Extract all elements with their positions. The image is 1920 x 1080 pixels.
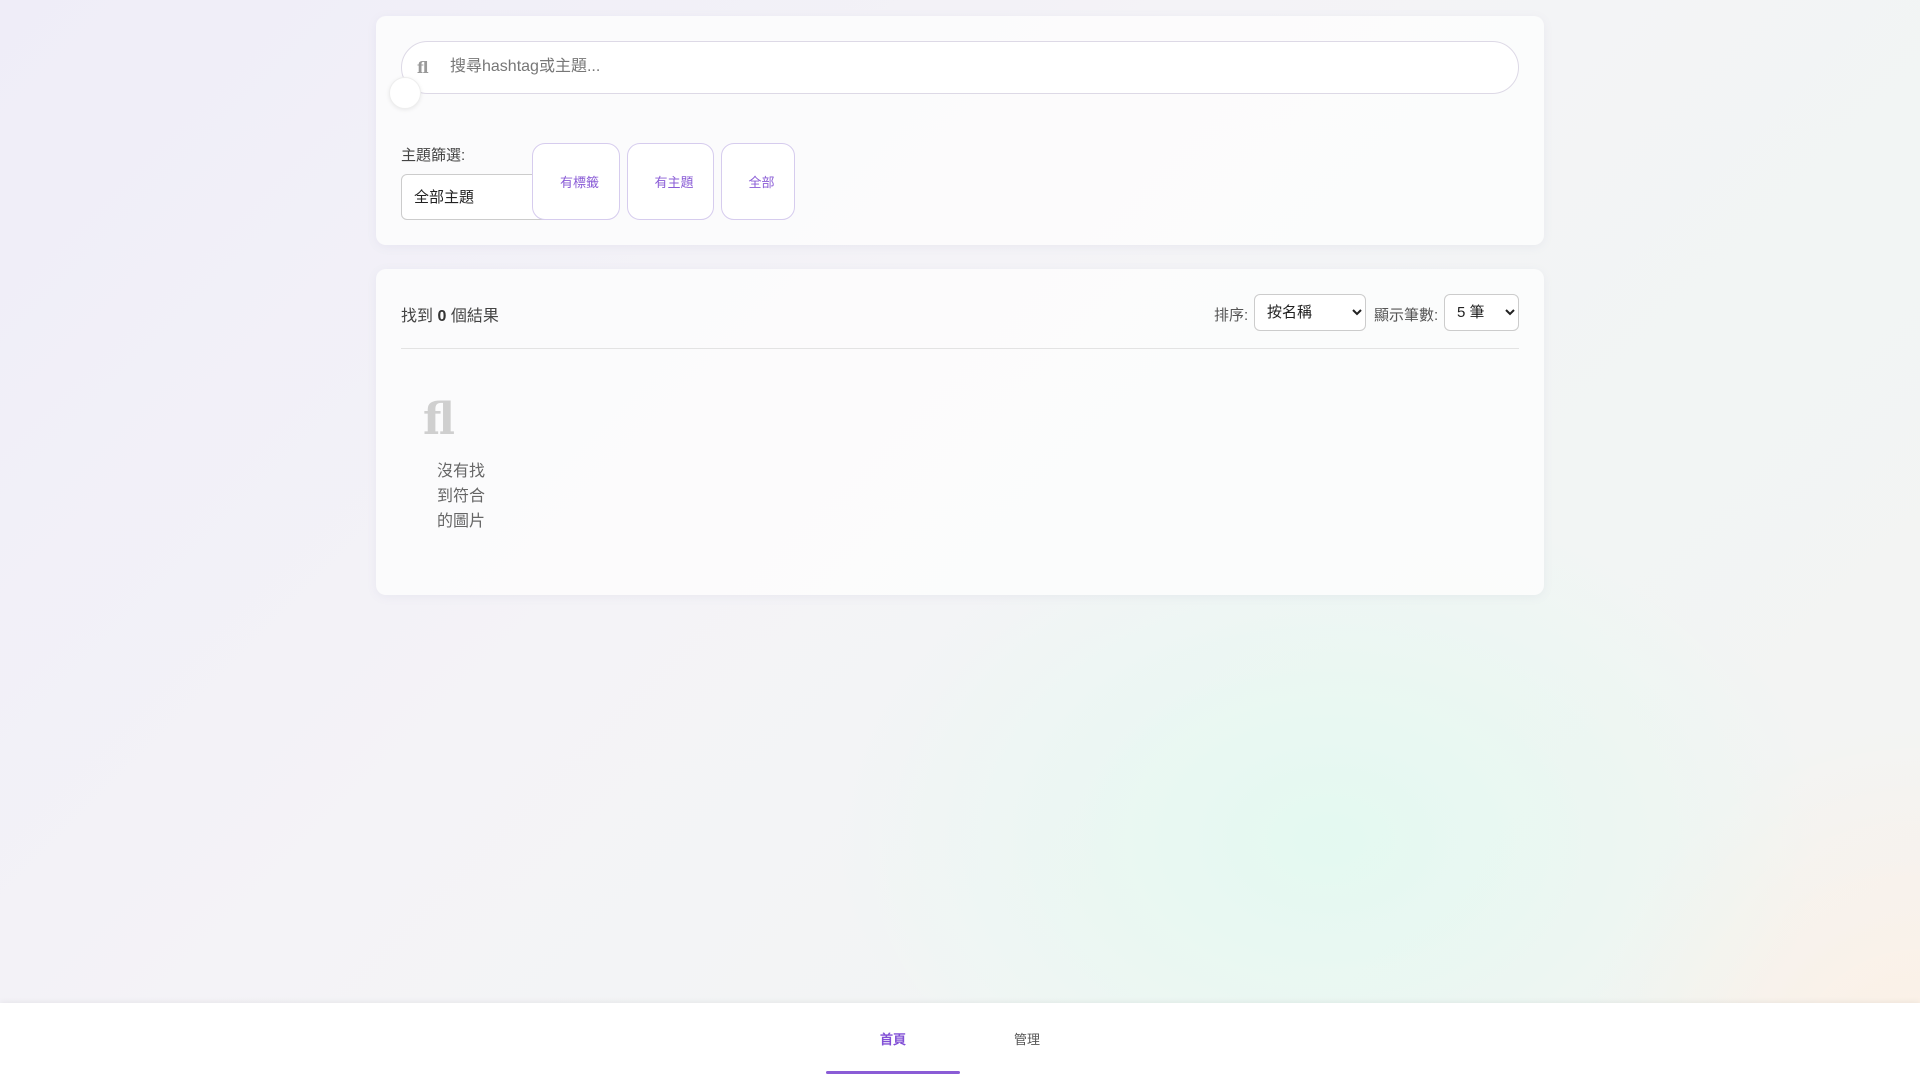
- result-count-prefix: 找到: [401, 308, 434, 325]
- bottom-nav: 首頁 管理: [0, 1003, 1920, 1080]
- per-page-label: 顯示筆數:: [1374, 307, 1439, 324]
- empty-state-text: 沒有找到符合的圖片: [436, 463, 485, 530]
- sort-label: 排序:: [1214, 307, 1249, 324]
- result-count: 找到 0 個結果: [401, 302, 499, 326]
- per-page-select[interactable]: 5 筆: [1444, 294, 1519, 331]
- filter-chip-label: 全部: [748, 175, 775, 190]
- search-icon[interactable]: [389, 77, 421, 109]
- filter-chip-label: 有主題: [654, 175, 694, 190]
- search-input[interactable]: [450, 42, 1450, 92]
- nav-manage[interactable]: 管理: [960, 1003, 1094, 1071]
- filter-chip-tagged[interactable]: 有標籤: [532, 143, 620, 220]
- topic-filter-label: 主題篩選:: [401, 147, 466, 164]
- results-panel: 找到 0 個結果 排序: 按名稱 顯示筆數: 5 筆 ﬂ 沒有找到符合的圖片: [376, 269, 1544, 595]
- nav-home[interactable]: 首頁: [826, 1003, 960, 1074]
- sort-select[interactable]: 按名稱: [1254, 294, 1366, 331]
- filter-chip-has-topic[interactable]: 有主題: [627, 143, 714, 220]
- search-panel: ﬂ 主題篩選: 全部主題 有標籤 有主題 全部: [376, 16, 1544, 245]
- result-count-suffix: 個結果: [450, 308, 499, 325]
- search-box[interactable]: ﬂ: [401, 41, 1519, 94]
- nav-home-label: 首頁: [879, 1032, 906, 1047]
- result-count-number: 0: [437, 308, 447, 325]
- filter-chip-label: 有標籤: [559, 175, 599, 190]
- results-divider: [401, 348, 1519, 349]
- search-glyph: ﬂ: [417, 58, 429, 77]
- empty-state-icon: ﬂ: [423, 394, 455, 445]
- nav-manage-label: 管理: [1013, 1032, 1040, 1047]
- topic-select[interactable]: 全部主題: [401, 174, 551, 220]
- filter-chip-all[interactable]: 全部: [721, 143, 795, 220]
